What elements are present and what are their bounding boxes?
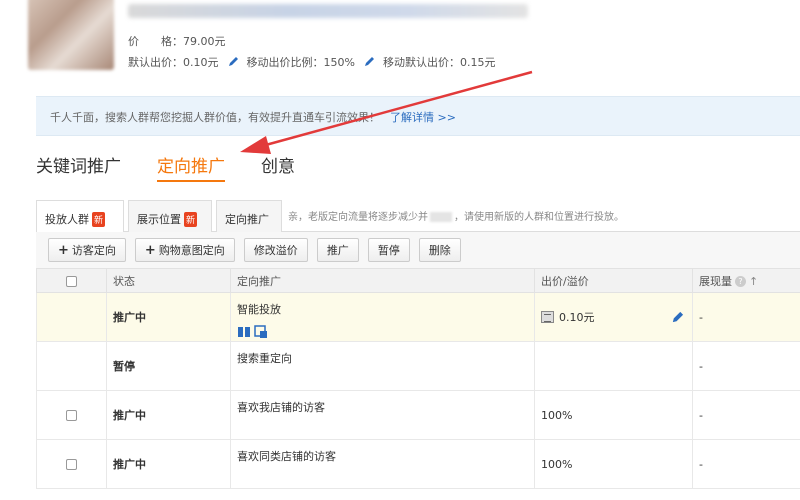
row-target: 喜欢我店铺的访客 (230, 390, 535, 440)
sort-up-icon[interactable]: ↑ (749, 275, 758, 288)
product-header: 价 格：79.00元 默认出价： 0.10元 移动出价比例： 150% 移动默认出价… (0, 0, 800, 90)
row-status: 推广中 (106, 390, 231, 440)
row-impressions: - (692, 390, 800, 440)
row-bid: 100% (534, 390, 693, 440)
row-select-cell (36, 439, 107, 489)
col-impressions[interactable]: 展现量? ↑ (692, 268, 800, 293)
new-badge: 新 (184, 212, 198, 227)
edit-bid-pencil-icon[interactable] (671, 311, 684, 324)
row-status: 推广中 (106, 292, 231, 342)
row-select-cell (36, 341, 107, 391)
price-value: 79.00元 (183, 35, 226, 48)
targeting-table: 状态 定向推广 出价/溢价 展现量? ↑ 推广中 智能投放 0.10元 - 暂停… (36, 268, 800, 489)
notice-text: 千人千面，搜索人群帮您挖掘人群价值，有效提升直通车引流效果！ (50, 111, 380, 124)
table-header-row: 状态 定向推广 出价/溢价 展现量? ↑ (36, 268, 800, 293)
row-impressions: - (692, 292, 800, 342)
row-checkbox[interactable] (66, 410, 77, 421)
row-bid (534, 341, 693, 391)
mobile-default-label: 移动默认出价： (382, 56, 460, 69)
select-all-cell (36, 268, 107, 293)
mobile-ratio-label: 移动出价比例： (246, 56, 324, 69)
mobile-ratio-value: 150% (323, 55, 355, 69)
subtab-audience-label: 投放人群 (45, 213, 89, 226)
product-thumbnail[interactable] (28, 0, 114, 70)
row-target-label: 搜索重定向 (237, 352, 292, 365)
migration-note: 亲，老版定向流量将逐步减少并 ，请使用新版的人群和位置进行投放。 (288, 208, 624, 223)
add-cart-intent-button[interactable]: + 购物意图定向 (134, 238, 235, 262)
bid-calculator-icon[interactable] (541, 311, 554, 323)
subtab-audience[interactable]: 投放人群新 (36, 200, 124, 233)
row-bid: 0.10元 (541, 309, 692, 325)
row-target-label: 喜欢我店铺的访客 (237, 401, 325, 414)
table-row[interactable]: 推广中 喜欢同类店铺的访客 100% - (36, 439, 800, 489)
subtab-targeted-label: 定向推广 (225, 213, 269, 226)
col-bid: 出价/溢价 (534, 268, 693, 293)
migration-note-before: 亲，老版定向流量将逐步减少并 (288, 212, 428, 223)
default-bid-label: 默认出价： (128, 56, 183, 69)
tab-creative[interactable]: 创意 (261, 152, 295, 182)
migration-note-after: ，请使用新版的人群和位置进行投放。 (454, 212, 624, 223)
row-target: 智能投放 (230, 292, 535, 342)
row-bid-value: 0.10元 (559, 311, 595, 324)
row-status: 推广中 (106, 439, 231, 489)
row-bid: 100% (534, 439, 693, 489)
row-select-cell (36, 292, 107, 342)
row-bid-cell: 0.10元 (534, 292, 693, 342)
product-title-blurred[interactable] (128, 4, 528, 18)
edit-pencil-icon[interactable] (363, 56, 377, 68)
subtab-placement[interactable]: 展示位置新 (128, 200, 212, 232)
pause-button[interactable]: 暂停 (367, 238, 410, 262)
row-select-cell (36, 390, 107, 440)
tab-keyword-promotion[interactable]: 关键词推广 (36, 152, 121, 182)
add-cart-label: 购物意图定向 (158, 244, 225, 257)
price-label: 价 格： (128, 35, 183, 48)
product-bid-info: 默认出价： 0.10元 移动出价比例： 150% 移动默认出价： 0.15元 (128, 54, 495, 70)
plus-icon: + (58, 242, 69, 258)
row-status: 暂停 (106, 341, 231, 391)
mobile-device-icon (254, 325, 267, 338)
edit-premium-button[interactable]: 修改溢价 (243, 238, 308, 262)
col-target: 定向推广 (230, 268, 535, 293)
edit-pencil-icon[interactable] (227, 56, 241, 68)
row-target-label: 智能投放 (237, 303, 281, 316)
col-impressions-label: 展现量 (699, 274, 732, 288)
subtab-placement-label: 展示位置 (137, 213, 181, 226)
col-status: 状态 (106, 268, 231, 293)
new-badge: 新 (92, 212, 106, 227)
row-target-label: 喜欢同类店铺的访客 (237, 450, 336, 463)
table-row[interactable]: 推广中 喜欢我店铺的访客 100% - (36, 390, 800, 440)
subtab-targeted[interactable]: 定向推广 (216, 200, 282, 232)
device-icons (237, 325, 534, 339)
action-toolbar: + 访客定向 + 购物意图定向 修改溢价 推广 暂停 删除 (36, 232, 800, 268)
table-row[interactable]: 推广中 智能投放 0.10元 - (36, 292, 800, 342)
row-checkbox[interactable] (66, 459, 77, 470)
tab-targeted-promotion[interactable]: 定向推广 (157, 152, 225, 182)
redacted-block (430, 212, 452, 222)
sub-tab-row: 投放人群新 展示位置新 定向推广 亲，老版定向流量将逐步减少并 ，请使用新版的人群… (36, 196, 800, 233)
help-icon[interactable]: ? (735, 276, 746, 287)
select-all-checkbox[interactable] (66, 275, 77, 287)
row-target: 搜索重定向 (230, 341, 535, 391)
table-row[interactable]: 暂停 搜索重定向 - (36, 341, 800, 391)
notice-bar: 千人千面，搜索人群帮您挖掘人群价值，有效提升直通车引流效果！ 了解详情 >> (36, 96, 800, 136)
add-visitor-target-button[interactable]: + 访客定向 (48, 238, 126, 262)
default-bid-value: 0.10元 (183, 56, 219, 69)
mobile-default-value: 0.15元 (459, 56, 496, 69)
row-impressions: - (692, 439, 800, 489)
add-visitor-label: 访客定向 (71, 244, 116, 257)
notice-learn-more-link[interactable]: 了解详情 >> (390, 111, 456, 124)
delete-button[interactable]: 删除 (418, 238, 461, 262)
pc-device-icon (238, 327, 250, 337)
plus-icon: + (144, 242, 156, 258)
main-tabs: 关键词推广 定向推广 创意 (36, 152, 331, 182)
product-price: 价 格：79.00元 (128, 33, 226, 49)
promote-button[interactable]: 推广 (316, 238, 359, 262)
row-target: 喜欢同类店铺的访客 (230, 439, 535, 489)
row-impressions: - (692, 341, 800, 391)
